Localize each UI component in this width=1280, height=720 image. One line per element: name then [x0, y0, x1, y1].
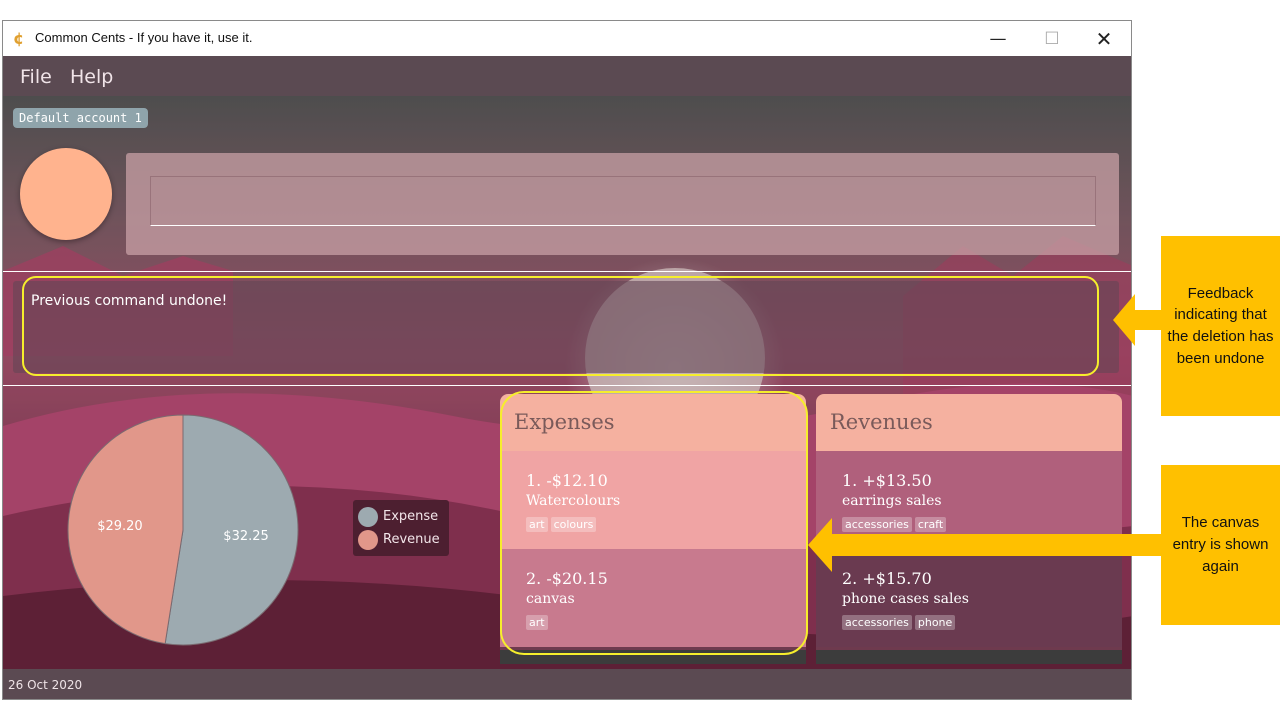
legend-dot-revenue [358, 530, 378, 550]
close-button[interactable]: ✕ [1081, 25, 1127, 53]
command-box-panel [126, 153, 1119, 255]
window-title: Common Cents - If you have it, use it. [35, 30, 253, 45]
maximize-button[interactable]: ☐ [1029, 25, 1075, 53]
entry-title: 2. +$15.70 [842, 569, 932, 588]
entry-tags: accessories craft [842, 513, 949, 532]
legend-label-expense: Expense [383, 509, 439, 524]
entry-description: earrings sales [842, 493, 942, 509]
expenses-highlight [500, 391, 808, 655]
legend-label-revenue: Revenue [383, 532, 440, 547]
canvas-annotation-note: The canvas entry is shown again [1161, 465, 1280, 625]
list-item[interactable]: 1. +$13.50 earrings sales accessories cra… [816, 451, 1122, 549]
status-bar: 26 Oct 2020 [3, 669, 1131, 699]
divider [3, 271, 1131, 272]
feedback-highlight [22, 276, 1099, 376]
divider [3, 385, 1131, 386]
minimize-button[interactable]: — [975, 25, 1021, 53]
menu-file[interactable]: File [20, 66, 52, 88]
tag: accessories [842, 517, 912, 532]
tag: phone [914, 615, 956, 630]
tag: accessories [842, 615, 912, 630]
app-logo-icon: ¢ [13, 29, 25, 48]
avatar [20, 148, 112, 240]
chart-legend: Expense Revenue [353, 500, 449, 556]
entry-tags: accessories phone [842, 611, 958, 630]
legend-dot-expense [358, 507, 378, 527]
revenues-panel: Revenues 1. +$13.50 earrings sales acces… [816, 394, 1122, 664]
menu-bar: File Help [3, 56, 1131, 96]
account-name-chip[interactable]: Default account 1 [13, 108, 148, 128]
status-date: 26 Oct 2020 [8, 678, 83, 692]
feedback-annotation-note: Feedback indicating that the deletion ha… [1161, 236, 1280, 416]
pie-label-revenue: $29.20 [97, 519, 143, 534]
menu-help[interactable]: Help [70, 66, 113, 88]
entry-title: 1. +$13.50 [842, 471, 932, 490]
command-input[interactable] [150, 176, 1096, 226]
revenues-title: Revenues [830, 410, 933, 434]
title-bar: ¢ Common Cents - If you have it, use it.… [3, 21, 1131, 56]
tag: craft [914, 517, 947, 532]
revenues-header: Revenues [816, 394, 1122, 451]
pie-label-expense: $32.25 [223, 529, 269, 544]
entry-description: phone cases sales [842, 591, 969, 607]
panel-footer [816, 650, 1122, 664]
pie-chart: $32.25 $29.20 [67, 414, 299, 646]
list-item[interactable]: 2. +$15.70 phone cases sales accessories… [816, 549, 1122, 647]
